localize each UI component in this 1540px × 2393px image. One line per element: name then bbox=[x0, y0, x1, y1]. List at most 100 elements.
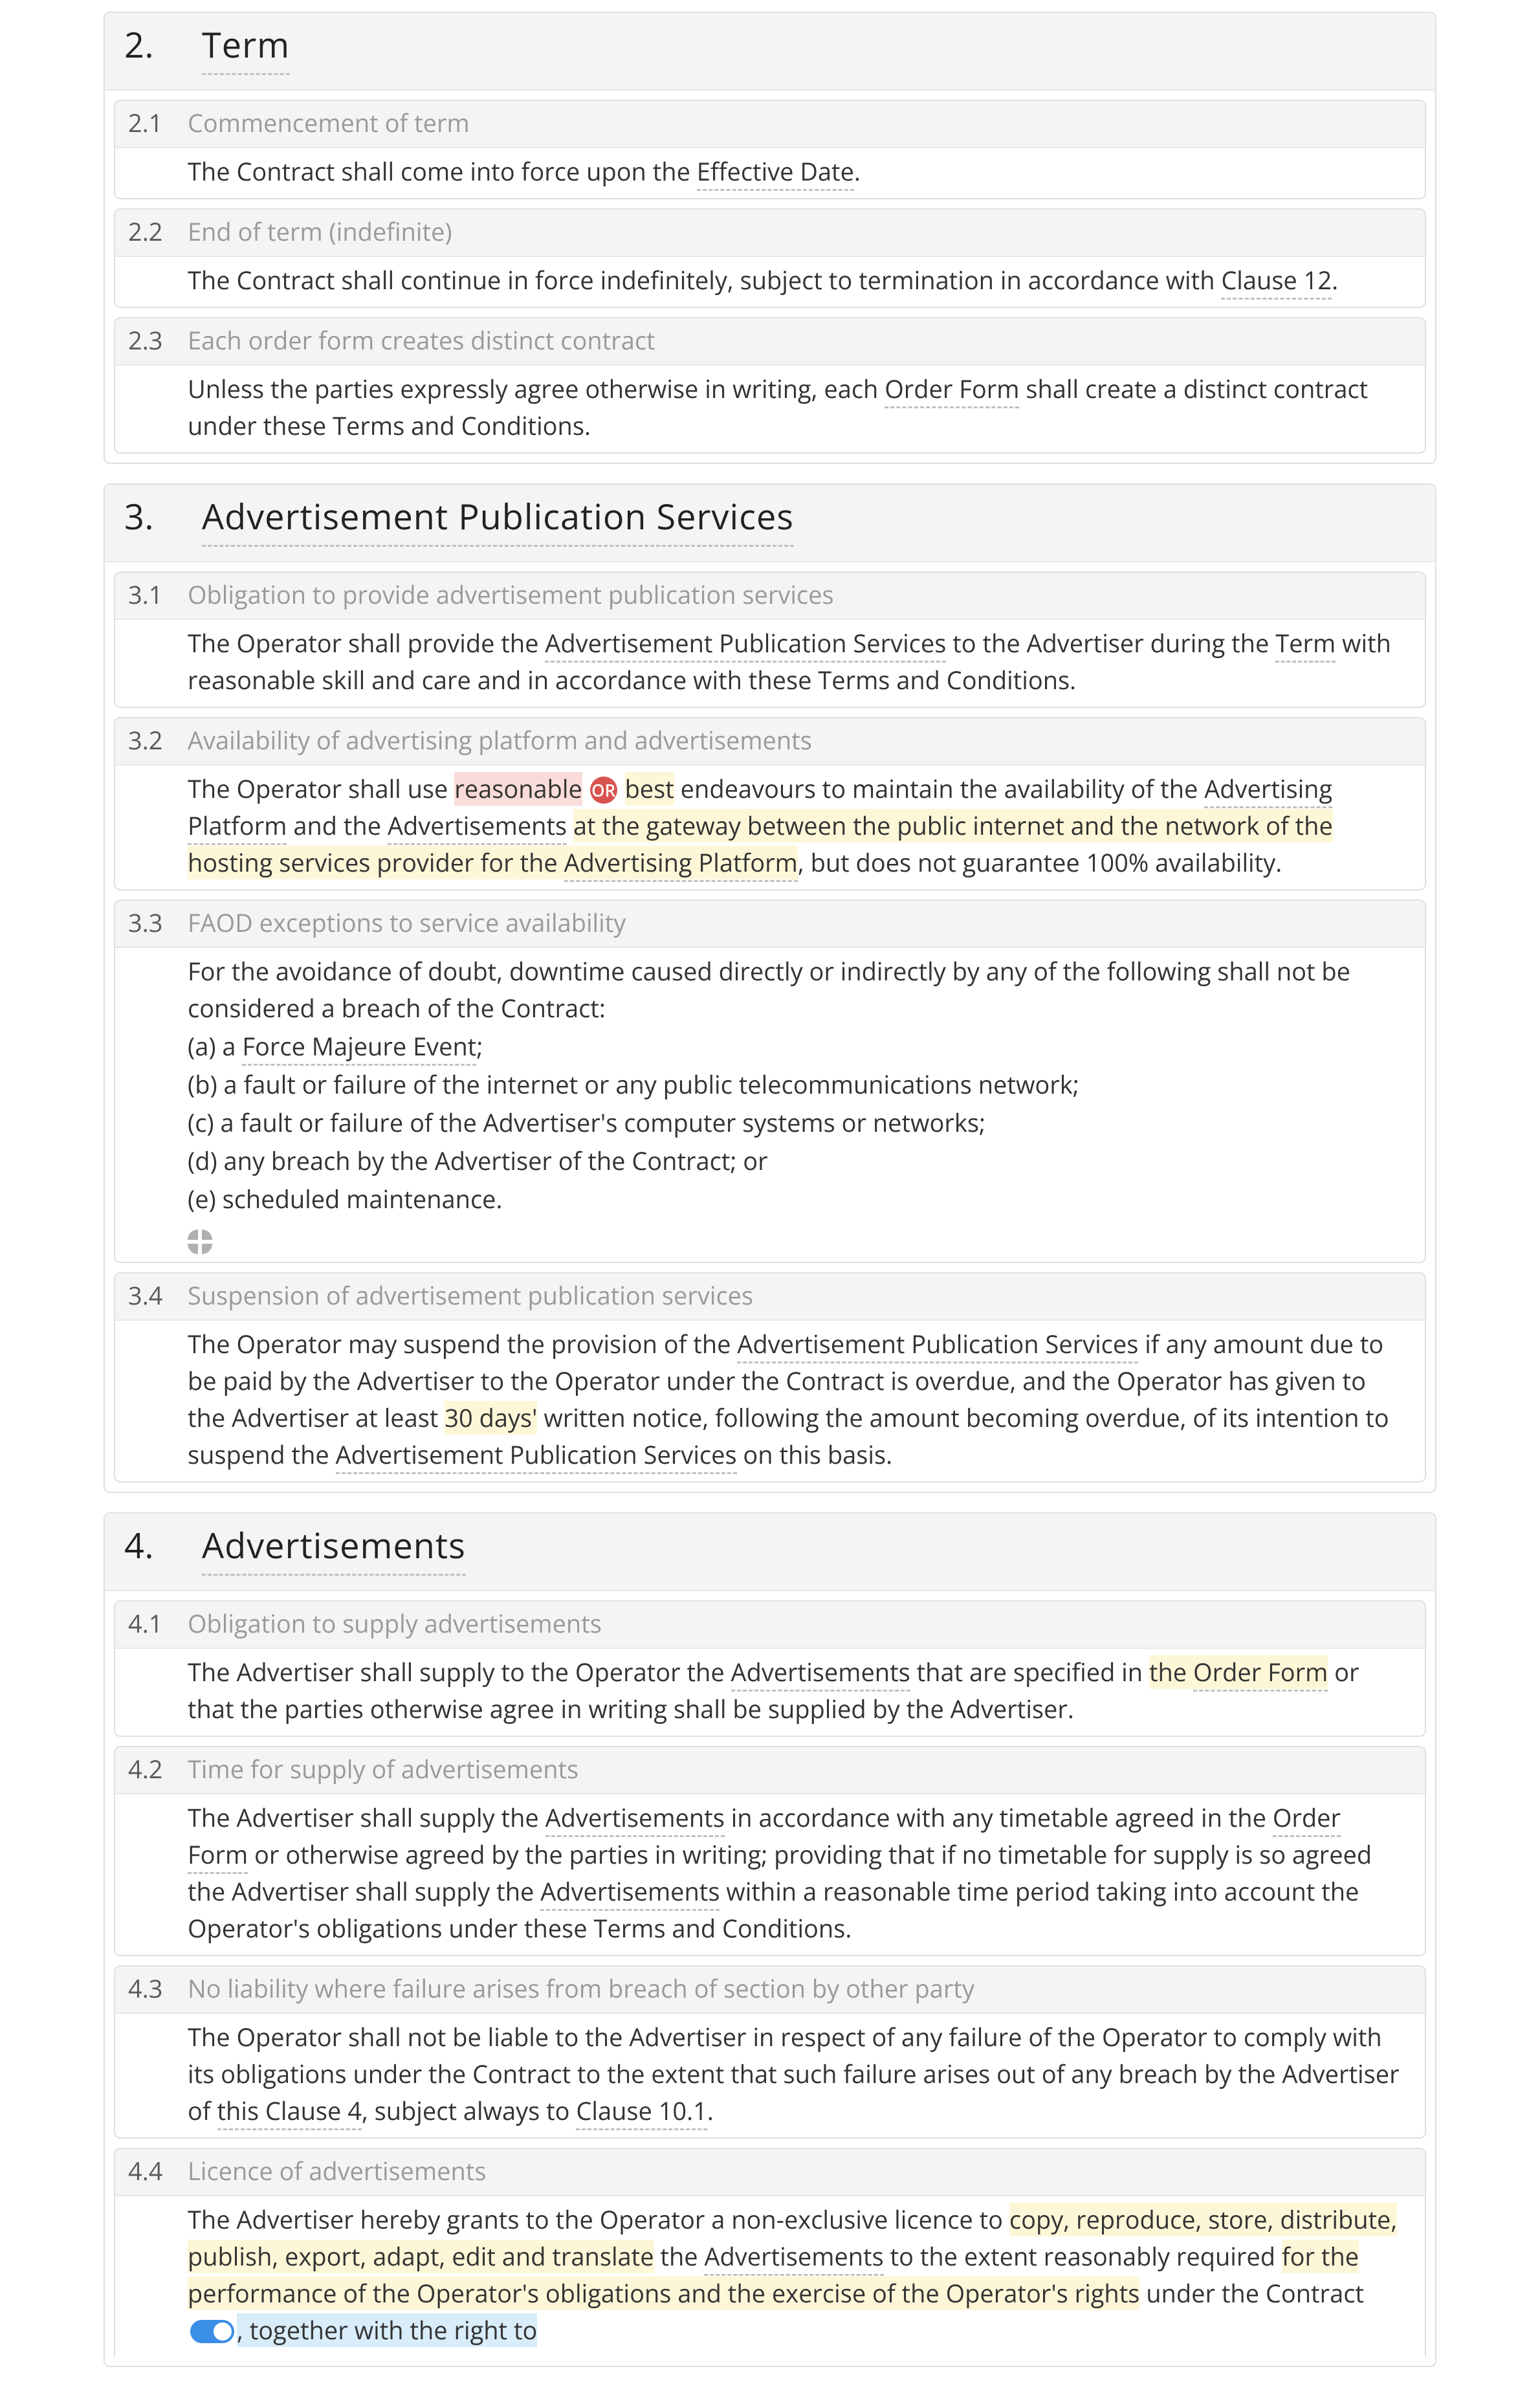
defined-term[interactable]: Order Form bbox=[885, 372, 1019, 408]
clause-number: 4.4 bbox=[128, 2153, 188, 2190]
text: The Advertiser hereby grants to the Oper… bbox=[188, 2203, 1009, 2236]
clause-number: 2.3 bbox=[128, 322, 188, 359]
text: The Advertiser shall supply to the Opera… bbox=[188, 1655, 731, 1689]
text: The Operator shall use bbox=[188, 772, 454, 806]
text: . bbox=[1332, 263, 1338, 297]
list-item: (b) a fault or failure of the internet o… bbox=[188, 1066, 1407, 1103]
text bbox=[567, 809, 573, 843]
clause-3-1: 3.1 Obligation to provide advertisement … bbox=[114, 571, 1426, 708]
clause-body: The Operator may suspend the provision o… bbox=[115, 1321, 1425, 1481]
text: The Contract shall continue in force ind… bbox=[188, 263, 1221, 297]
list-item: (c) a fault or failure of the Advertiser… bbox=[188, 1105, 1407, 1141]
list-item: (a) a Force Majeure Event; bbox=[188, 1028, 1407, 1065]
clause-4-1: 4.1 Obligation to supply advertisements … bbox=[114, 1600, 1426, 1737]
clause-head: 4.4 Licence of advertisements bbox=[115, 2149, 1425, 2196]
clause-head: 4.2 Time for supply of advertisements bbox=[115, 1747, 1425, 1794]
clause-head: 3.3 FAOD exceptions to service availabil… bbox=[115, 901, 1425, 948]
clause-4-4: 4.4 Licence of advertisements The Advert… bbox=[114, 2148, 1426, 2357]
text: to the Advertiser during the bbox=[946, 626, 1275, 660]
or-pill[interactable]: OR bbox=[590, 777, 617, 804]
option-a[interactable]: reasonable bbox=[454, 772, 582, 806]
section-head: 4. Advertisements bbox=[105, 1514, 1435, 1591]
defined-term[interactable]: Advertisements bbox=[731, 1655, 910, 1692]
clause-number: 3.2 bbox=[128, 722, 188, 759]
defined-term[interactable]: Advertisement Publication Services bbox=[737, 1327, 1138, 1363]
text: , but does not guarantee 100% availabili… bbox=[798, 846, 1282, 879]
defined-term[interactable]: Advertisement Publication Services bbox=[545, 626, 946, 663]
defined-term[interactable]: Clause 12 bbox=[1221, 263, 1332, 300]
clause-number: 3.1 bbox=[128, 577, 188, 613]
defined-term[interactable]: Advertisements bbox=[388, 809, 567, 845]
text: to the extent reasonably required bbox=[884, 2240, 1282, 2273]
clause-number: 2.1 bbox=[128, 105, 188, 142]
clause-head: 4.3 No liability where failure arises fr… bbox=[115, 1967, 1425, 2014]
clause-body: Unless the parties expressly agree other… bbox=[115, 366, 1425, 452]
clause-body: The Operator shall provide the Advertise… bbox=[115, 620, 1425, 707]
text: under the Contract bbox=[1139, 2277, 1364, 2310]
text: For the avoidance of doubt, downtime cau… bbox=[188, 954, 1350, 1025]
defined-term[interactable]: this Clause 4 bbox=[217, 2094, 362, 2130]
defined-term[interactable]: Advertisements bbox=[704, 2240, 883, 2276]
clause-4-2: 4.2 Time for supply of advertisements Th… bbox=[114, 1746, 1426, 1956]
clause-number: 4.2 bbox=[128, 1751, 188, 1788]
text: (a) a bbox=[188, 1030, 242, 1063]
clause-title: Obligation to supply advertisements bbox=[188, 1605, 602, 1642]
text: the bbox=[1149, 1655, 1193, 1689]
clause-head: 3.2 Availability of advertising platform… bbox=[115, 718, 1425, 766]
defined-term[interactable]: Advertising Platform bbox=[564, 846, 798, 882]
defined-term[interactable]: Order Form bbox=[1193, 1655, 1328, 1692]
clause-title: Time for supply of advertisements bbox=[188, 1751, 578, 1788]
text: . bbox=[854, 155, 861, 188]
clause-body: The Advertiser hereby grants to the Oper… bbox=[115, 2196, 1425, 2357]
text: , subject always to bbox=[362, 2094, 576, 2128]
text: on this basis. bbox=[737, 1438, 893, 1472]
target-icon[interactable] bbox=[188, 1230, 212, 1254]
defined-term[interactable]: Term bbox=[1275, 626, 1336, 663]
clause-number: 3.3 bbox=[128, 905, 188, 942]
text: . bbox=[707, 2094, 714, 2128]
text: The Operator shall provide the bbox=[188, 626, 545, 660]
text: The Operator may suspend the provision o… bbox=[188, 1327, 737, 1361]
clause-3-2: 3.2 Availability of advertising platform… bbox=[114, 717, 1426, 890]
defined-term[interactable]: Force Majeure Event bbox=[242, 1030, 476, 1066]
defined-term[interactable]: Advertisements bbox=[545, 1801, 725, 1837]
clause-title: No liability where failure arises from b… bbox=[188, 1970, 974, 2007]
section-title[interactable]: Advertisement Publication Services bbox=[202, 490, 794, 547]
clause-title: Licence of advertisements bbox=[188, 2153, 486, 2190]
section-head: 3. Advertisement Publication Services bbox=[105, 485, 1435, 562]
section-title[interactable]: Advertisements bbox=[202, 1519, 466, 1576]
clause-number: 3.4 bbox=[128, 1277, 188, 1314]
text: the bbox=[654, 2240, 705, 2273]
defined-term[interactable]: Advertisements bbox=[540, 1875, 720, 1911]
text: The Contract shall come into force upon … bbox=[188, 155, 697, 188]
editable-span[interactable]: 30 days' bbox=[445, 1401, 537, 1435]
toggle-switch[interactable] bbox=[190, 2320, 234, 2343]
clause-title: Obligation to provide advertisement publ… bbox=[188, 577, 834, 613]
clause-number: 4.3 bbox=[128, 1970, 188, 2007]
defined-term[interactable]: Clause 10.1 bbox=[576, 2094, 707, 2130]
list-item: (d) any breach by the Advertiser of the … bbox=[188, 1143, 1407, 1180]
text: that are specified in bbox=[910, 1655, 1149, 1689]
optional-span[interactable]: , together with the right to bbox=[237, 2313, 537, 2347]
clause-body: The Operator shall not be liable to the … bbox=[115, 2014, 1425, 2137]
clause-title: Each order form creates distinct contrac… bbox=[188, 322, 655, 359]
section-2: 2. Term 2.1 Commencement of term The Con… bbox=[104, 12, 1436, 464]
section-head: 2. Term bbox=[105, 13, 1435, 91]
clause-number: 2.2 bbox=[128, 214, 188, 250]
defined-term[interactable]: Effective Date bbox=[697, 155, 854, 191]
clause-3-3: 3.3 FAOD exceptions to service availabil… bbox=[114, 899, 1426, 1263]
option-b[interactable]: best bbox=[625, 772, 674, 806]
clause-body: The Advertiser shall supply to the Opera… bbox=[115, 1649, 1425, 1736]
clause-head: 2.3 Each order form creates distinct con… bbox=[115, 318, 1425, 366]
clause-title: End of term (indefinite) bbox=[188, 214, 452, 250]
clause-body: The Operator shall use reasonable OR bes… bbox=[115, 766, 1425, 889]
clause-number: 4.1 bbox=[128, 1605, 188, 1642]
clause-body: For the avoidance of doubt, downtime cau… bbox=[115, 948, 1425, 1262]
text: and the bbox=[287, 809, 387, 843]
clause-head: 3.4 Suspension of advertisement publicat… bbox=[115, 1274, 1425, 1321]
section-number: 2. bbox=[124, 18, 202, 71]
section-title[interactable]: Term bbox=[202, 18, 290, 75]
defined-term[interactable]: Advertisement Publication Services bbox=[336, 1438, 737, 1474]
editable-span[interactable]: the Order Form bbox=[1149, 1655, 1328, 1689]
text: ; bbox=[476, 1030, 483, 1063]
